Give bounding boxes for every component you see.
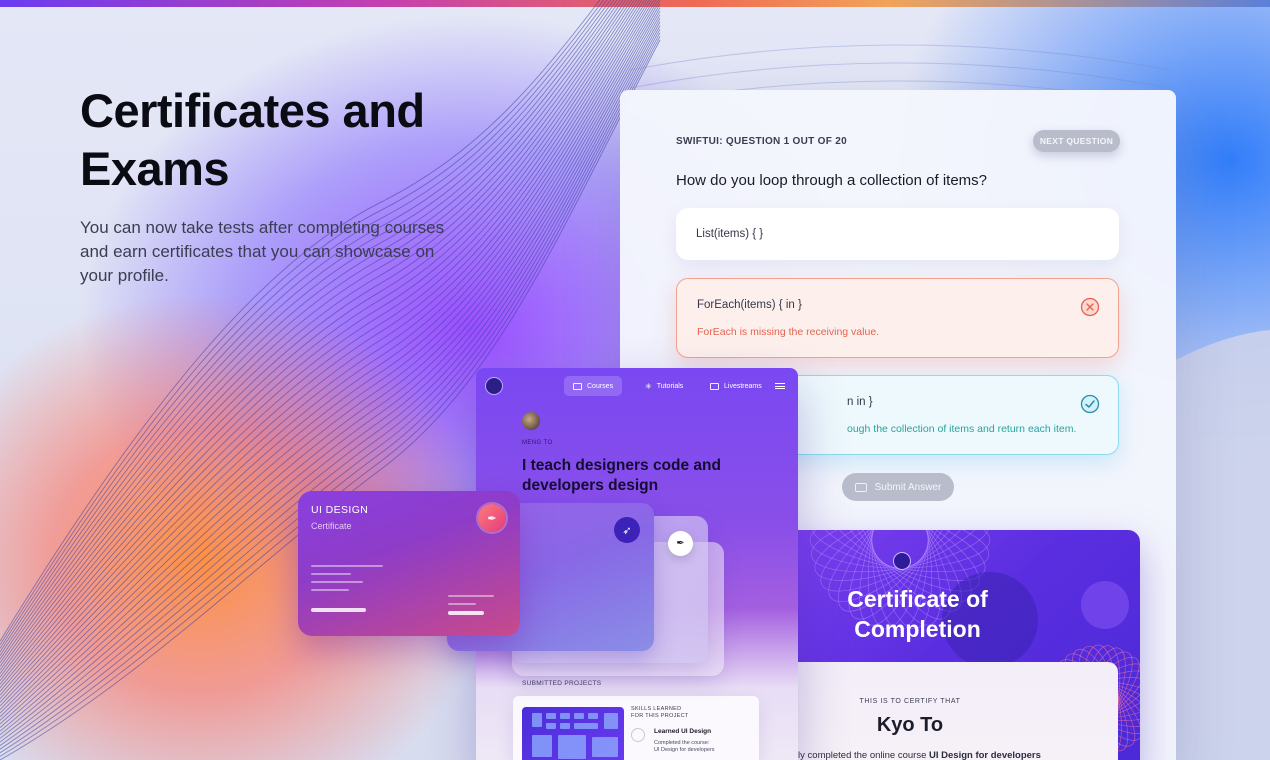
site-logo[interactable] — [485, 377, 503, 395]
skill-description: Completed the course: UI Design for devel… — [654, 740, 715, 754]
check-icon — [631, 728, 645, 742]
statement-prefix: fully completed the online course — [788, 750, 929, 760]
canvas: Certificates and Exams You can now take … — [0, 0, 1270, 760]
courses-icon — [573, 382, 582, 390]
pen-tool-icon: ✒ — [478, 504, 506, 532]
avatar — [522, 412, 540, 430]
placeholder-line — [311, 565, 383, 567]
nav-label: Courses — [587, 382, 614, 390]
placeholder-line — [311, 581, 363, 583]
page-description: You can now take tests after completing … — [80, 218, 445, 285]
recipient-name: Kyo To — [876, 714, 944, 736]
submit-answer-label: Submit Answer — [874, 481, 942, 493]
author-name: MENG TO — [522, 440, 553, 446]
question-text: How do you loop through a collection of … — [676, 172, 988, 189]
certificate-statement: fully completed the online course UI Des… — [788, 750, 1118, 760]
tutorials-icon: ✳ — [645, 381, 652, 391]
skills-heading-line: FOR THIS PROJECT — [631, 713, 689, 719]
page-title: Certificates and Exams — [80, 84, 425, 195]
placeholder-line — [311, 608, 366, 612]
swift-icon: ➶ — [614, 517, 640, 543]
profile-headline: I teach designers code and developers de… — [522, 457, 721, 494]
answer-option-1[interactable]: List(items) { } — [676, 208, 1119, 260]
submitted-projects-heading: SUBMITTED PROJECTS — [522, 680, 602, 687]
skill-desc-line: Completed the course: — [654, 740, 710, 746]
placeholder-line — [311, 573, 351, 575]
ui-design-certificate-card[interactable]: UI DESIGN Certificate ✒ — [298, 491, 520, 636]
certificate-preview: Certificate of Completion THIS IS TO CER… — [780, 530, 1140, 760]
skills-heading: SKILLS LEARNED FOR THIS PROJECT — [631, 706, 689, 720]
placeholder-line — [448, 595, 494, 597]
answer-code: List(items) { } — [696, 228, 764, 240]
nav-tab-tutorials[interactable]: ✳ Tutorials — [636, 376, 692, 396]
skills-heading-line: SKILLS LEARNED — [631, 706, 682, 712]
certificate-logo — [893, 552, 911, 570]
submit-answer-button[interactable]: Submit Answer — [842, 473, 954, 501]
nav-label: Tutorials — [656, 382, 684, 390]
course-name: UI Design for developers — [929, 750, 1041, 760]
skill-name: Learned UI Design — [654, 728, 712, 735]
answer-option-2[interactable]: ForEach(items) { in } ForEach is missing… — [676, 278, 1119, 358]
x-circle-icon — [1080, 297, 1100, 317]
answer-code: n in } — [847, 396, 873, 408]
next-question-button[interactable]: NEXT QUESTION — [1033, 130, 1120, 152]
nav-tab-livestreams[interactable]: Livestreams — [701, 376, 771, 396]
nav-label: Livestreams — [724, 382, 762, 390]
certificate-title: Certificate of Completion — [847, 586, 988, 642]
menu-icon[interactable] — [775, 383, 785, 389]
answer-code: ForEach(items) { in } — [697, 299, 802, 311]
livestream-icon — [710, 382, 719, 390]
answer-feedback-wrong: ForEach is missing the receiving value. — [697, 326, 880, 338]
placeholder-line — [311, 589, 349, 591]
card-subtitle: Certificate — [311, 521, 352, 531]
skill-desc-line: UI Design for developers — [654, 747, 715, 753]
pen-tool-icon: ✒ — [668, 531, 693, 556]
check-circle-icon — [1080, 394, 1100, 414]
project-thumbnail — [522, 707, 624, 760]
project-card[interactable]: SKILLS LEARNED FOR THIS PROJECT Learned U… — [513, 696, 759, 760]
answer-feedback-correct: ough the collection of items and return … — [847, 423, 1077, 435]
certificate-body: THIS IS TO CERTIFY THAT Kyo To fully com… — [780, 662, 1118, 760]
certify-line: THIS IS TO CERTIFY THAT — [859, 698, 961, 705]
card-title: UI DESIGN — [311, 504, 369, 516]
nav-tab-courses[interactable]: Courses — [564, 376, 623, 396]
placeholder-line — [448, 603, 476, 605]
placeholder-line — [448, 611, 484, 615]
question-counter: SWIFTUI: QUESTION 1 OUT OF 20 — [676, 136, 847, 147]
submit-icon — [854, 482, 867, 492]
